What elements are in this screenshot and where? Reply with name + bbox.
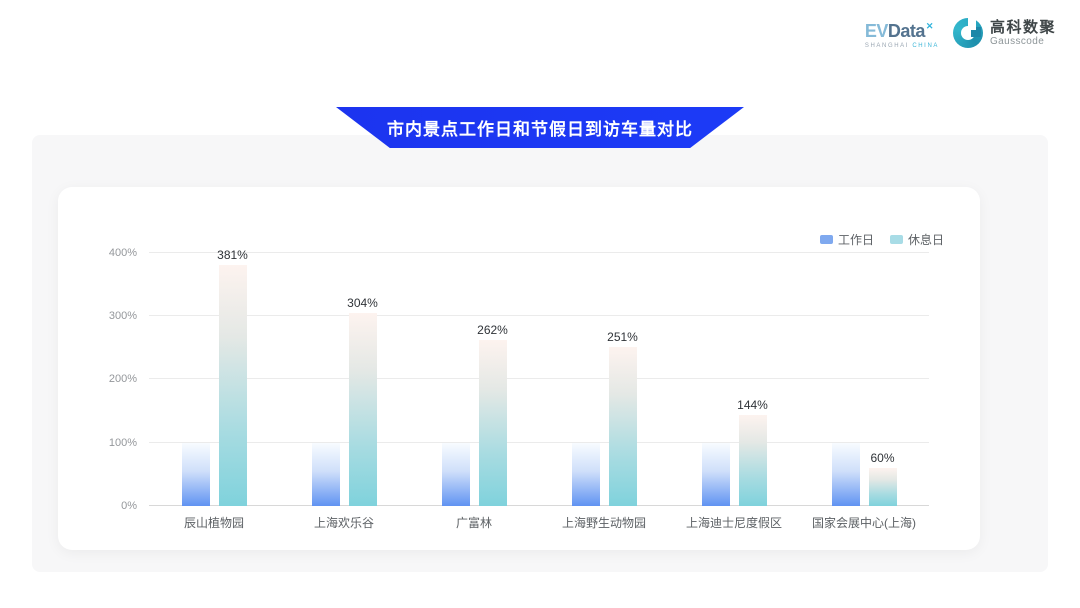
x-axis-category-label: 上海迪士尼度假区 [686, 514, 782, 531]
bar-工作日-上海迪士尼度假区 [702, 443, 730, 506]
bar-休息日-上海野生动物园: 251% [609, 347, 637, 506]
evdata-subtext-china: CHINA [912, 43, 939, 49]
y-axis-tick: 0% [121, 500, 137, 512]
legend-marker [820, 235, 833, 244]
x-axis-category-label: 上海野生动物园 [562, 514, 646, 531]
bar-value-label: 381% [217, 248, 248, 262]
gausscode-logo: 高科数聚 Gausscode [953, 18, 1056, 48]
bar-value-label: 144% [737, 398, 768, 412]
bar-value-label: 251% [607, 330, 638, 344]
evdata-subtext: SHANGHAI CHINA [865, 43, 939, 49]
bar-工作日-上海野生动物园 [572, 443, 600, 506]
y-axis-tick: 200% [109, 373, 137, 385]
content-panel: 工作日休息日 0%100%200%300%400%381%辰山植物园304%上海… [32, 135, 1048, 572]
x-axis-category-label: 上海欢乐谷 [314, 514, 374, 531]
category-group-上海欢乐谷: 304%上海欢乐谷 [279, 221, 409, 506]
bar-value-label: 262% [477, 323, 508, 337]
evdata-ev-text: EV [865, 21, 888, 41]
category-group-广富林: 262%广富林 [409, 221, 539, 506]
evdata-wordmark: EVData✕ [865, 22, 939, 40]
bar-休息日-广富林: 262% [479, 340, 507, 506]
gausscode-cn-name: 高科数聚 [990, 19, 1056, 36]
category-group-国家会展中心(上海): 60%国家会展中心(上海) [799, 221, 929, 506]
legend-marker [890, 235, 903, 244]
bar-value-label: 60% [870, 451, 894, 465]
x-axis-category-label: 辰山植物园 [184, 514, 244, 531]
chart-card: 工作日休息日 0%100%200%300%400%381%辰山植物园304%上海… [58, 187, 980, 550]
section-title: 市内景点工作日和节假日到访车量对比 [387, 115, 693, 140]
evdata-data-text: Data [888, 21, 925, 41]
gausscode-g-icon-square [971, 27, 981, 37]
x-axis-category-label: 国家会展中心(上海) [812, 514, 916, 531]
category-group-辰山植物园: 381%辰山植物园 [149, 221, 279, 506]
evdata-logo: EVData✕ SHANGHAI CHINA [865, 22, 939, 49]
bar-工作日-辰山植物园 [182, 443, 210, 506]
x-axis-category-label: 广富林 [456, 514, 492, 531]
legend-item-工作日[interactable]: 工作日 [820, 231, 874, 248]
legend-item-休息日[interactable]: 休息日 [890, 231, 944, 248]
bar-value-label: 304% [347, 296, 378, 310]
evdata-x-icon: ✕ [926, 21, 933, 31]
evdata-subtext-shanghai: SHANGHAI [865, 43, 909, 49]
y-axis-tick: 400% [109, 247, 137, 259]
bars-area: 381%辰山植物园304%上海欢乐谷262%广富林251%上海野生动物园144%… [149, 221, 929, 506]
bar-休息日-上海迪士尼度假区: 144% [739, 415, 767, 506]
bar-chart: 0%100%200%300%400%381%辰山植物园304%上海欢乐谷262%… [149, 221, 929, 506]
gausscode-text: 高科数聚 Gausscode [990, 19, 1056, 47]
y-axis-tick: 100% [109, 437, 137, 449]
bar-工作日-上海欢乐谷 [312, 443, 340, 506]
category-group-上海野生动物园: 251%上海野生动物园 [539, 221, 669, 506]
legend-label: 工作日 [838, 231, 874, 248]
bar-工作日-国家会展中心(上海) [832, 443, 860, 506]
category-group-上海迪士尼度假区: 144%上海迪士尼度假区 [669, 221, 799, 506]
bar-休息日-辰山植物园: 381% [219, 265, 247, 506]
bar-休息日-上海欢乐谷: 304% [349, 313, 377, 506]
header-logos: EVData✕ SHANGHAI CHINA 高科数聚 Gausscode [0, 0, 1080, 56]
gausscode-g-icon [953, 18, 983, 48]
bar-休息日-国家会展中心(上海): 60% [869, 468, 897, 506]
legend-label: 休息日 [908, 231, 944, 248]
section-title-banner: 市内景点工作日和节假日到访车量对比 [336, 107, 744, 148]
page: EVData✕ SHANGHAI CHINA 高科数聚 Gausscode 市内… [0, 0, 1080, 572]
y-axis-tick: 300% [109, 310, 137, 322]
gausscode-en-name: Gausscode [990, 36, 1056, 47]
chart-legend: 工作日 休息日 [820, 231, 944, 248]
bar-工作日-广富林 [442, 443, 470, 506]
